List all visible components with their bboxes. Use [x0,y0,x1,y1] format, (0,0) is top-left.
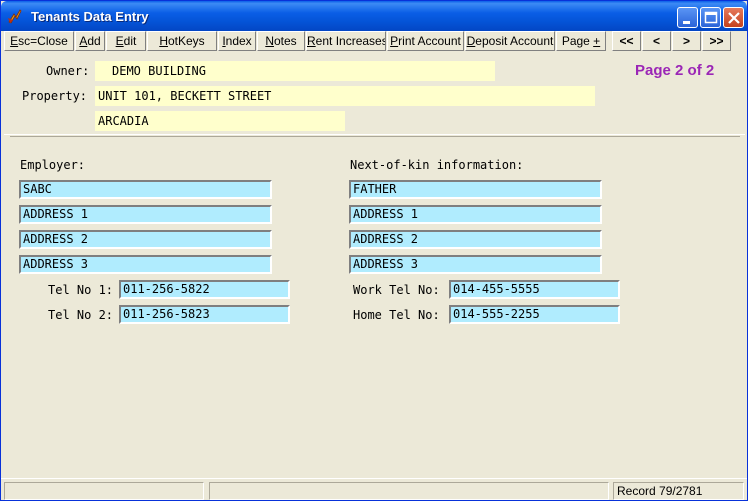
esc-close-button[interactable]: Esc=Close [4,31,74,51]
edit-button[interactable]: Edit [106,31,146,51]
index-button[interactable]: Index [218,31,256,51]
page-indicator: Page 2 of 2 [635,62,715,79]
kin-name-field[interactable]: FATHER [349,180,602,199]
home-tel-label: Home Tel No: [353,308,440,322]
hotkeys-button[interactable]: HotKeys [147,31,217,51]
main-panel: Employer: SABC ADDRESS 1 ADDRESS 2 ADDRE… [10,136,740,472]
owner-label: Owner: [46,64,90,78]
owner-value: DEMO BUILDING [95,61,495,81]
kin-home-tel-field[interactable]: 014-555-2255 [449,305,620,324]
next-of-kin-label: Next-of-kin information: [350,158,524,172]
tel2-label: Tel No 2: [48,308,114,322]
employer-address3-field[interactable]: ADDRESS 3 [19,255,272,274]
close-icon [728,12,740,24]
notes-button[interactable]: Notes [257,31,305,51]
employer-address1-field[interactable]: ADDRESS 1 [19,205,272,224]
employer-label: Employer: [20,158,86,172]
minimize-button[interactable] [677,7,698,28]
first-record-button[interactable]: << [612,31,641,51]
toolbar: Esc=Close Add Edit HotKeys Index Notes R… [4,31,745,51]
status-cell-1 [4,482,204,500]
header-panel: Owner: DEMO BUILDING Property: UNIT 101,… [4,53,745,135]
property-line2: ARCADIA [95,111,345,131]
deposit-account-button[interactable]: Deposit Account [465,31,555,51]
kin-work-tel-field[interactable]: 014-455-5555 [449,280,620,299]
tel1-label: Tel No 1: [48,283,114,297]
close-button[interactable] [723,7,744,28]
status-cell-2 [209,482,609,500]
add-button[interactable]: Add [75,31,105,51]
print-account-button[interactable]: Print Account [387,31,464,51]
employer-name-field[interactable]: SABC [19,180,272,199]
last-record-button[interactable]: >> [702,31,731,51]
title-bar[interactable]: Tenants Data Entry [1,1,747,31]
window-title: Tenants Data Entry [31,9,149,24]
record-indicator: Record 79/2781 [613,482,744,500]
app-icon [8,9,22,24]
rent-increases-button[interactable]: Rent Increases [306,31,386,51]
maximize-icon [704,11,718,24]
property-line1: UNIT 101, BECKETT STREET [95,86,595,106]
employer-tel1-field[interactable]: 011-256-5822 [119,280,290,299]
status-bar: Record 79/2781 [1,478,747,500]
kin-address1-field[interactable]: ADDRESS 1 [349,205,602,224]
minimize-icon [683,21,690,24]
employer-address2-field[interactable]: ADDRESS 2 [19,230,272,249]
next-record-button[interactable]: > [672,31,701,51]
employer-tel2-field[interactable]: 011-256-5823 [119,305,290,324]
page-next-button[interactable]: Page + [556,31,606,51]
work-tel-label: Work Tel No: [353,283,440,297]
maximize-button[interactable] [700,7,721,28]
kin-address2-field[interactable]: ADDRESS 2 [349,230,602,249]
tenants-window: Tenants Data Entry Esc=Close Add Edit Ho… [0,0,748,501]
previous-record-button[interactable]: < [642,31,671,51]
property-label: Property: [22,89,88,103]
kin-address3-field[interactable]: ADDRESS 3 [349,255,602,274]
